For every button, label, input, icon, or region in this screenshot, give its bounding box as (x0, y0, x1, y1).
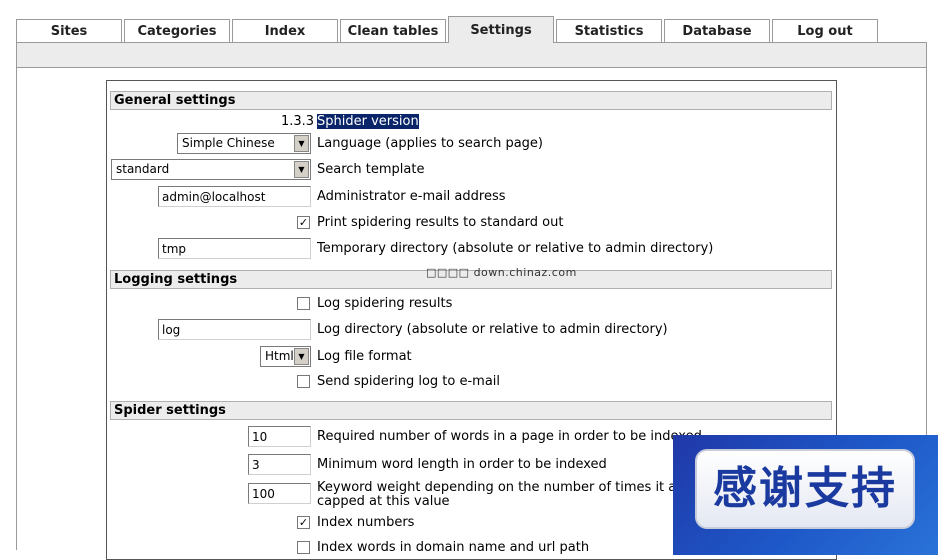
tab-categories[interactable]: Categories (124, 19, 230, 42)
log-results-checkbox[interactable] (297, 297, 310, 310)
log-format-label: Log file format (317, 349, 412, 364)
log-format-value: Html (265, 349, 294, 363)
frame-border-left (16, 67, 17, 550)
section-spider-settings: Spider settings (110, 401, 832, 420)
index-domain-label: Index words in domain name and url path (317, 540, 590, 555)
tab-log-out[interactable]: Log out (772, 19, 878, 42)
send-log-label: Send spidering log to e-mail (317, 374, 501, 389)
promo-overlay-text: 感谢支持 (695, 449, 915, 529)
promo-overlay: 感谢支持 (673, 435, 938, 555)
print-results-checkbox[interactable]: ✓ (297, 216, 310, 229)
dropdown-arrow-icon: ▼ (294, 348, 309, 365)
watermark-text: □□□□ down.chinaz.com (426, 266, 577, 279)
version-value: 1.3.3 (281, 114, 315, 129)
section-general-settings: General settings (110, 91, 832, 110)
tmp-dir-label: Temporary directory (absolute or relativ… (317, 241, 714, 256)
min-words-input[interactable] (248, 426, 311, 447)
log-results-label: Log spidering results (317, 296, 453, 311)
admin-email-label: Administrator e-mail address (317, 189, 506, 204)
version-label: Sphider version (317, 114, 419, 130)
log-dir-label: Log directory (absolute or relative to a… (317, 322, 668, 337)
min-word-length-input[interactable] (248, 454, 311, 475)
dropdown-arrow-icon: ▼ (294, 135, 309, 152)
version-label-text: Sphider version (317, 114, 419, 129)
template-label: Search template (317, 162, 425, 177)
tab-clean-tables[interactable]: Clean tables (340, 19, 446, 42)
dropdown-arrow-icon: ▼ (294, 161, 309, 178)
log-dir-input[interactable] (158, 319, 311, 340)
tmp-dir-input[interactable] (158, 238, 311, 259)
index-domain-checkbox[interactable] (297, 541, 310, 554)
template-select-value: standard (116, 162, 170, 176)
keyword-weight-input[interactable] (248, 483, 311, 504)
index-numbers-checkbox[interactable]: ✓ (297, 516, 310, 529)
keyword-weight-label-line2: capped at this value (317, 494, 450, 509)
language-select-value: Simple Chinese (182, 136, 275, 150)
sub-toolbar (16, 42, 927, 68)
admin-email-input[interactable] (158, 186, 311, 207)
tab-sites[interactable]: Sites (16, 19, 122, 42)
log-format-select[interactable]: Html ▼ (260, 346, 311, 367)
template-select[interactable]: standard ▼ (111, 159, 311, 180)
index-numbers-label: Index numbers (317, 515, 415, 530)
min-word-length-label: Minimum word length in order to be index… (317, 457, 607, 472)
tab-database[interactable]: Database (664, 19, 770, 42)
language-select[interactable]: Simple Chinese ▼ (177, 133, 311, 154)
print-results-label: Print spidering results to standard out (317, 215, 564, 230)
tab-statistics[interactable]: Statistics (556, 19, 662, 42)
min-words-label: Required number of words in a page in or… (317, 429, 702, 444)
tab-settings[interactable]: Settings (448, 16, 554, 43)
language-label: Language (applies to search page) (317, 136, 543, 151)
send-log-checkbox[interactable] (297, 375, 310, 388)
tab-index[interactable]: Index (232, 19, 338, 42)
